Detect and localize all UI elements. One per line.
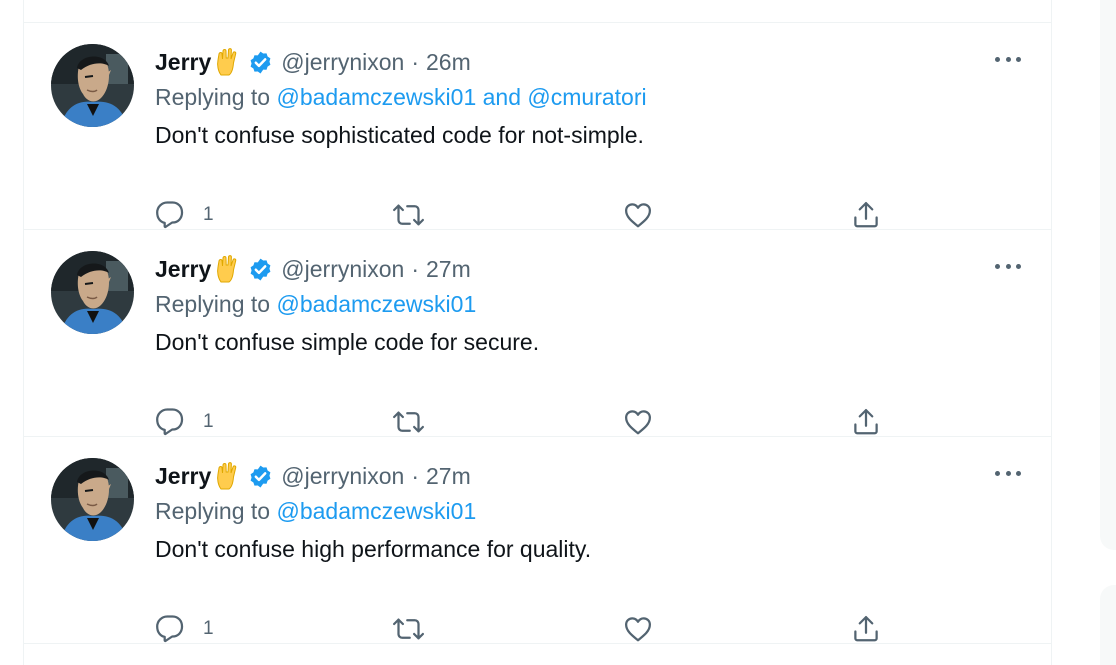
- tweet[interactable]: Jerry @jerrynixon · 27m Replying to @badamcz…: [24, 437, 1051, 643]
- replying-to: Replying to @badamczewski01: [155, 498, 476, 525]
- share-button[interactable]: [851, 407, 881, 437]
- more-dot: [1016, 470, 1021, 476]
- reply-count: 1: [203, 618, 214, 639]
- right-panel-edge: [1100, 0, 1116, 550]
- author-name[interactable]: Jerry: [155, 463, 211, 490]
- tweet-text: Don't confuse simple code for secure.: [155, 329, 540, 355]
- mention-link[interactable]: @badamczewski01: [276, 498, 476, 524]
- retweet-icon: [392, 200, 425, 230]
- verified-badge-icon[interactable]: [248, 257, 273, 282]
- timestamp[interactable]: 27m: [426, 256, 471, 283]
- replying-prefix: Replying to: [155, 84, 277, 110]
- share-button[interactable]: [851, 200, 881, 230]
- reply-icon: [155, 614, 185, 644]
- more-dot: [1005, 56, 1011, 62]
- heart-icon: [623, 407, 653, 437]
- mention-link[interactable]: @cmuratori: [527, 84, 646, 110]
- timestamp[interactable]: 27m: [426, 463, 471, 490]
- more-options-icon[interactable]: [995, 53, 1021, 65]
- retweet-button[interactable]: [392, 200, 425, 230]
- verified-badge-icon[interactable]: [248, 50, 273, 75]
- retweet-button[interactable]: [392, 407, 425, 437]
- mention-link[interactable]: @badamczewski01: [276, 291, 476, 317]
- vulcan-salute-icon: [212, 461, 242, 491]
- heart-icon: [623, 614, 653, 644]
- author-handle[interactable]: @jerrynixon: [281, 256, 404, 283]
- tweet[interactable]: Jerry @jerrynixon · 27m Replying to @badamcz…: [24, 230, 1051, 436]
- verified-badge-icon[interactable]: [248, 464, 273, 489]
- more-dot: [995, 56, 1000, 62]
- reply-button[interactable]: 1: [155, 200, 214, 230]
- tweet-text: Don't confuse sophisticated code for not…: [155, 122, 644, 148]
- reply-icon: [155, 407, 185, 437]
- more-dot: [1016, 56, 1021, 62]
- retweet-icon: [392, 407, 425, 437]
- replying-to: Replying to @badamczewski01: [155, 291, 476, 318]
- share-icon: [851, 200, 881, 230]
- tweet-text: Don't confuse high performance for quali…: [155, 536, 592, 562]
- author-name[interactable]: Jerry: [155, 49, 211, 76]
- separator: ·: [411, 255, 420, 282]
- avatar[interactable]: [51, 458, 134, 541]
- author-name[interactable]: Jerry: [155, 256, 211, 283]
- author-handle[interactable]: @jerrynixon: [281, 49, 404, 76]
- like-button[interactable]: [623, 614, 653, 644]
- retweet-icon: [392, 614, 425, 644]
- more-options-icon[interactable]: [995, 260, 1021, 272]
- mention-joiner[interactable]: and: [476, 84, 527, 110]
- separator: ·: [411, 48, 420, 75]
- share-button[interactable]: [851, 614, 881, 644]
- tweet-header: Jerry @jerrynixon · 27m: [155, 254, 471, 284]
- avatar[interactable]: [51, 44, 134, 127]
- more-dot: [995, 263, 1000, 269]
- reply-icon: [155, 200, 185, 230]
- heart-icon: [623, 200, 653, 230]
- share-icon: [851, 614, 881, 644]
- more-dot: [1005, 263, 1011, 269]
- avatar[interactable]: [51, 251, 134, 334]
- reply-count: 1: [203, 411, 214, 432]
- like-button[interactable]: [623, 200, 653, 230]
- mention-link[interactable]: @badamczewski01: [276, 84, 476, 110]
- more-options-icon[interactable]: [995, 467, 1021, 479]
- more-dot: [995, 470, 1000, 476]
- like-button[interactable]: [623, 407, 653, 437]
- tweet[interactable]: Jerry @jerrynixon · 26m Replying to @badamcz…: [24, 23, 1051, 229]
- replying-to: Replying to @badamczewski01 and @cmurato…: [155, 84, 647, 111]
- vulcan-salute-icon: [212, 254, 242, 284]
- retweet-button[interactable]: [392, 614, 425, 644]
- more-dot: [1016, 263, 1021, 269]
- vulcan-salute-icon: [212, 47, 242, 77]
- author-handle[interactable]: @jerrynixon: [281, 463, 404, 490]
- reply-button[interactable]: 1: [155, 407, 214, 437]
- timestamp[interactable]: 26m: [426, 49, 471, 76]
- tweet-header: Jerry @jerrynixon · 26m: [155, 47, 471, 77]
- tweet-header: Jerry @jerrynixon · 27m: [155, 461, 471, 491]
- separator: ·: [411, 462, 420, 489]
- share-icon: [851, 407, 881, 437]
- right-panel-edge: [1100, 585, 1116, 665]
- replying-prefix: Replying to: [155, 498, 277, 524]
- reply-count: 1: [203, 204, 214, 225]
- replying-prefix: Replying to: [155, 291, 277, 317]
- reply-button[interactable]: 1: [155, 614, 214, 644]
- more-dot: [1005, 470, 1011, 476]
